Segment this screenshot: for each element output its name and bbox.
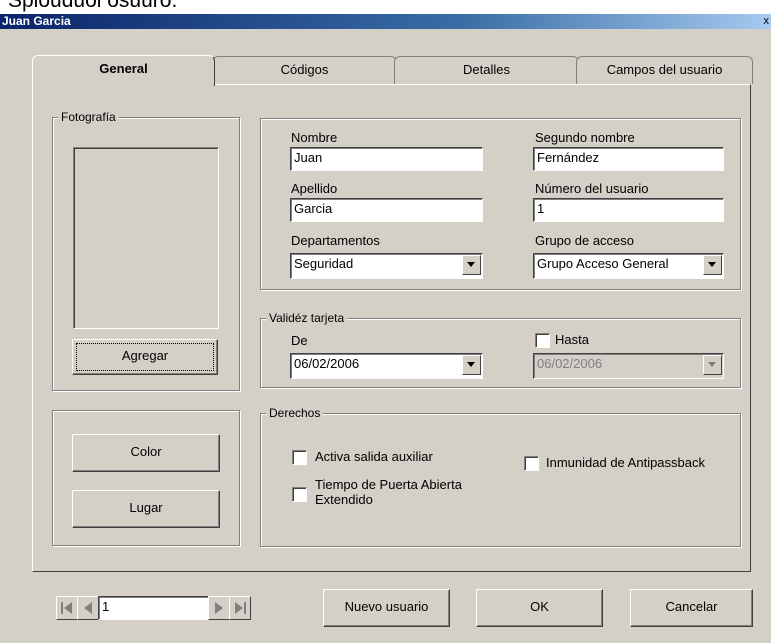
- ok-button[interactable]: OK: [476, 589, 603, 627]
- tab-general[interactable]: General: [32, 55, 215, 86]
- add-photo-button[interactable]: Agregar: [72, 339, 218, 375]
- valid-until-checkbox[interactable]: [535, 333, 550, 348]
- antipassback-label: Inmunidad de Antipassback: [546, 455, 705, 470]
- valid-until-label: Hasta: [555, 332, 589, 347]
- rights-legend: Derechos: [266, 406, 324, 420]
- valid-from-date[interactable]: 06/02/2006: [290, 353, 483, 379]
- valid-until-value: 06/02/2006: [537, 356, 603, 371]
- access-group-value: Grupo Acceso General: [537, 256, 669, 271]
- extended-door-open-checkbox[interactable]: [292, 487, 307, 502]
- antipassback-checkbox[interactable]: [524, 456, 539, 471]
- record-number-field[interactable]: 1: [98, 596, 211, 620]
- previous-record-button[interactable]: [77, 596, 99, 620]
- tab-campos-usuario[interactable]: Campos del usuario: [576, 56, 753, 84]
- card-validity-legend: Validéz tarjeta: [266, 311, 348, 325]
- access-group-select[interactable]: Grupo Acceso General: [533, 253, 724, 279]
- department-value: Seguridad: [294, 256, 354, 271]
- aux-exit-label: Activa salida auxiliar: [315, 449, 433, 464]
- valid-from-value: 06/02/2006: [294, 356, 360, 371]
- aux-exit-checkbox[interactable]: [292, 450, 307, 465]
- chevron-down-icon[interactable]: [462, 355, 481, 375]
- cancel-button[interactable]: Cancelar: [630, 589, 753, 627]
- photo-legend: Fotografía: [58, 110, 119, 124]
- last-record-button[interactable]: [229, 596, 251, 620]
- window-title: Juan Garcia: [2, 14, 71, 28]
- valid-until-date[interactable]: 06/02/2006: [533, 353, 724, 379]
- first-name-field[interactable]: Juan: [290, 147, 483, 171]
- extended-door-open-label-line2: Extendido: [315, 492, 373, 507]
- first-record-icon: [61, 602, 72, 614]
- access-group-label: Grupo de acceso: [535, 233, 635, 248]
- middle-name-field[interactable]: Fernández: [533, 147, 724, 171]
- department-select[interactable]: Seguridad: [290, 253, 483, 279]
- place-button[interactable]: Lugar: [72, 490, 220, 528]
- first-name-label: Nombre: [291, 130, 338, 145]
- color-button[interactable]: Color: [72, 434, 220, 472]
- close-icon[interactable]: x: [764, 14, 770, 29]
- last-name-label: Apellido: [291, 181, 338, 196]
- first-record-button[interactable]: [56, 596, 78, 620]
- tab-codigos[interactable]: Códigos: [212, 56, 397, 84]
- title-bar: Juan Garcia x: [0, 14, 771, 29]
- chevron-down-icon: [703, 355, 722, 375]
- tab-detalles[interactable]: Detalles: [394, 56, 579, 84]
- department-label: Departamentos: [291, 233, 380, 248]
- previous-record-icon: [84, 602, 92, 614]
- extended-door-open-label-line1: Tiempo de Puerta Abierta: [315, 477, 462, 492]
- chevron-down-icon[interactable]: [462, 255, 481, 275]
- last-record-icon: [235, 602, 246, 614]
- user-number-label: Número del usuario: [535, 181, 649, 196]
- last-name-field[interactable]: Garcia: [290, 198, 483, 222]
- photo-frame: [73, 147, 219, 329]
- chevron-down-icon[interactable]: [703, 255, 722, 275]
- new-user-button[interactable]: Nuevo usuario: [323, 589, 450, 627]
- next-record-button[interactable]: [208, 596, 230, 620]
- middle-name-label: Segundo nombre: [535, 130, 635, 145]
- user-number-field[interactable]: 1: [533, 198, 724, 222]
- next-record-icon: [215, 602, 223, 614]
- top-clipped-text: Spiouduoi osuuro.: [8, 0, 178, 12]
- valid-from-label: De: [291, 333, 308, 348]
